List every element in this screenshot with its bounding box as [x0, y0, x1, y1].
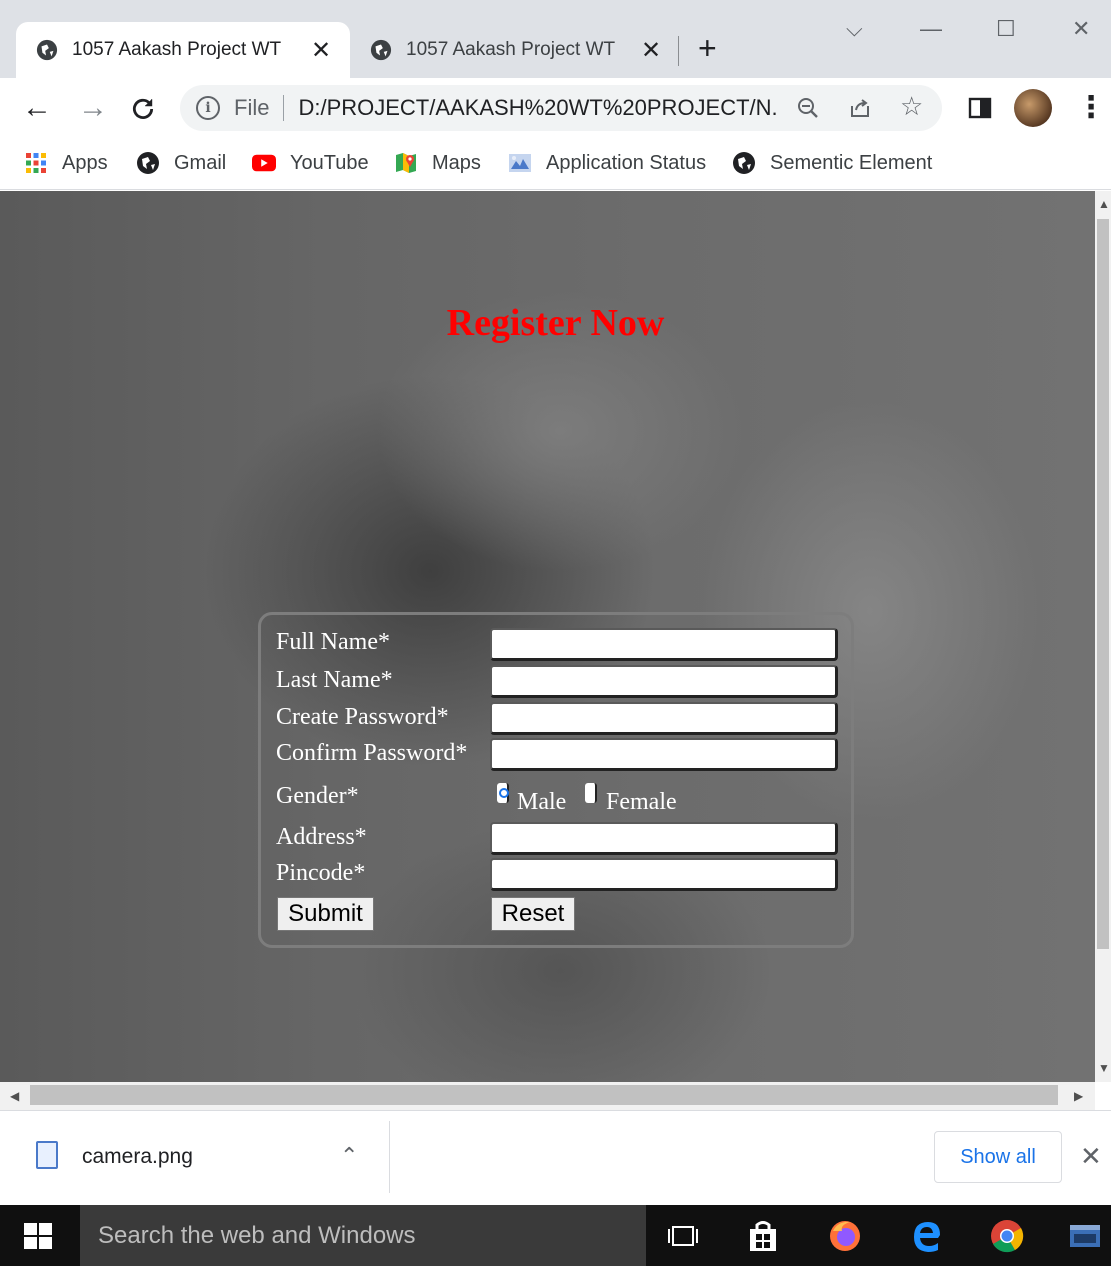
scroll-down-icon[interactable]: ▼: [1098, 1061, 1110, 1075]
profile-avatar[interactable]: [1014, 89, 1052, 127]
pincode-label: Pincode*: [276, 860, 366, 886]
forward-button[interactable]: →: [78, 88, 108, 128]
page-viewport: Register Now Full Name* Last Name* Creat…: [0, 191, 1095, 1082]
chevron-up-icon[interactable]: ⌃: [340, 1143, 358, 1169]
reload-icon[interactable]: [130, 96, 156, 122]
tab-title: 1057 Aakash Project WT: [72, 39, 282, 60]
scroll-right-icon[interactable]: ▶: [1074, 1089, 1083, 1103]
address-bar[interactable]: i File D:/PROJECT/AAKASH%20WT%20PROJECT/…: [180, 85, 942, 131]
close-download-bar-icon[interactable]: ✕: [1080, 1141, 1102, 1172]
create-password-label: Create Password*: [276, 704, 449, 730]
bookmark-label: Application Status: [546, 151, 707, 174]
gender-male-radio[interactable]: [497, 783, 509, 803]
tab-active[interactable]: 1057 Aakash Project WT ✕: [16, 22, 350, 78]
info-icon[interactable]: i: [196, 96, 220, 120]
download-shelf: camera.png ⌃ Show all ✕: [0, 1110, 1111, 1205]
last-name-input[interactable]: [490, 665, 838, 698]
vertical-scroll-thumb[interactable]: [1097, 219, 1109, 949]
bookmark-label: Gmail: [174, 151, 227, 174]
store-icon[interactable]: [746, 1219, 780, 1253]
full-name-input[interactable]: [490, 628, 838, 661]
maximize-button[interactable]: ☐: [996, 16, 1016, 42]
bookmark-sementic-element[interactable]: Sementic Element: [732, 148, 932, 178]
bookmark-label: YouTube: [290, 151, 369, 174]
download-divider: [389, 1121, 390, 1193]
tab-strip: 1057 Aakash Project WT ✕ 1057 Aakash Pro…: [0, 0, 1111, 78]
apps-grid-icon: [24, 151, 48, 175]
maps-icon: [394, 151, 418, 175]
bookmark-gmail[interactable]: Gmail: [136, 148, 226, 178]
bookmark-apps[interactable]: Apps: [24, 148, 108, 178]
menu-icon[interactable]: ⋮: [1076, 88, 1106, 128]
bookmark-label: Sementic Element: [770, 151, 933, 174]
minimize-button[interactable]: —: [920, 16, 942, 42]
bookmark-youtube[interactable]: YouTube: [252, 148, 369, 178]
youtube-icon: [252, 151, 276, 175]
image-file-icon: [36, 1141, 58, 1169]
windows-taskbar: Search the web and Windows: [0, 1205, 1111, 1266]
globe-icon: [732, 151, 756, 175]
taskbar-search-box[interactable]: Search the web and Windows: [80, 1205, 646, 1266]
pincode-input[interactable]: [490, 858, 838, 891]
omnibox-divider: [283, 95, 285, 121]
scroll-up-icon[interactable]: ▲: [1098, 197, 1110, 211]
reset-button[interactable]: Reset: [491, 897, 575, 931]
last-name-label: Last Name*: [276, 667, 393, 693]
horizontal-scrollbar[interactable]: ◀ ▶: [0, 1082, 1095, 1110]
window-close-button[interactable]: ✕: [1072, 16, 1090, 42]
tab-inactive[interactable]: 1057 Aakash Project WT ✕: [350, 22, 680, 78]
tab-title: 1057 Aakash Project WT: [406, 39, 616, 60]
tab-close-icon[interactable]: ✕: [636, 36, 666, 65]
tab-search-dropdown-icon[interactable]: ⌵: [846, 16, 863, 42]
vertical-scrollbar[interactable]: ▲ ▼: [1095, 191, 1111, 1082]
gender-label: Gender*: [276, 783, 359, 809]
show-all-button[interactable]: Show all: [934, 1131, 1062, 1183]
confirm-password-label: Confirm Password*: [276, 740, 468, 766]
bookmarks-bar: Apps Gmail YouTube Maps Application Stat…: [0, 138, 1111, 190]
globe-icon: [36, 39, 58, 61]
tab-close-icon[interactable]: ✕: [306, 36, 336, 65]
application-status-icon: [508, 151, 532, 175]
address-input[interactable]: [490, 822, 838, 855]
side-panel-icon[interactable]: [968, 96, 992, 120]
new-tab-button[interactable]: +: [698, 30, 717, 66]
tab-separator: [678, 36, 679, 66]
gender-female-radio[interactable]: [585, 783, 597, 803]
download-file-name[interactable]: camera.png: [82, 1145, 193, 1169]
scroll-left-icon[interactable]: ◀: [10, 1089, 19, 1103]
globe-icon: [370, 39, 392, 61]
horizontal-scroll-thumb[interactable]: [30, 1085, 1058, 1105]
remote-desktop-icon[interactable]: [1068, 1219, 1102, 1253]
bookmark-application-status[interactable]: Application Status: [508, 148, 706, 178]
chrome-icon[interactable]: [990, 1219, 1024, 1253]
gender-male-label: Male: [517, 789, 567, 815]
zoom-icon[interactable]: [796, 96, 820, 120]
bookmark-maps[interactable]: Maps: [394, 148, 481, 178]
edge-icon[interactable]: [910, 1219, 944, 1253]
full-name-label: Full Name*: [276, 629, 390, 655]
gender-female-label: Female: [606, 789, 677, 815]
url-text[interactable]: D:/PROJECT/AAKASH%20WT%20PROJECT/N...: [298, 95, 778, 121]
bookmark-label: Maps: [432, 151, 481, 174]
bookmark-label: Apps: [62, 151, 108, 174]
page-title: Register Now: [446, 302, 665, 344]
task-view-icon[interactable]: [666, 1219, 700, 1253]
confirm-password-input[interactable]: [490, 738, 838, 771]
globe-icon: [136, 151, 160, 175]
firefox-icon[interactable]: [828, 1219, 862, 1253]
back-button[interactable]: ←: [22, 88, 52, 128]
url-scheme: File: [234, 95, 270, 120]
address-label: Address*: [276, 824, 367, 850]
create-password-input[interactable]: [490, 702, 838, 735]
share-icon[interactable]: [848, 96, 872, 120]
browser-toolbar: ← → i File D:/PROJECT/AAKASH%20WT%20PROJ…: [0, 78, 1111, 138]
windows-start-icon[interactable]: [24, 1223, 52, 1249]
submit-button[interactable]: Submit: [277, 897, 374, 931]
bookmark-star-icon[interactable]: ☆: [900, 91, 923, 122]
